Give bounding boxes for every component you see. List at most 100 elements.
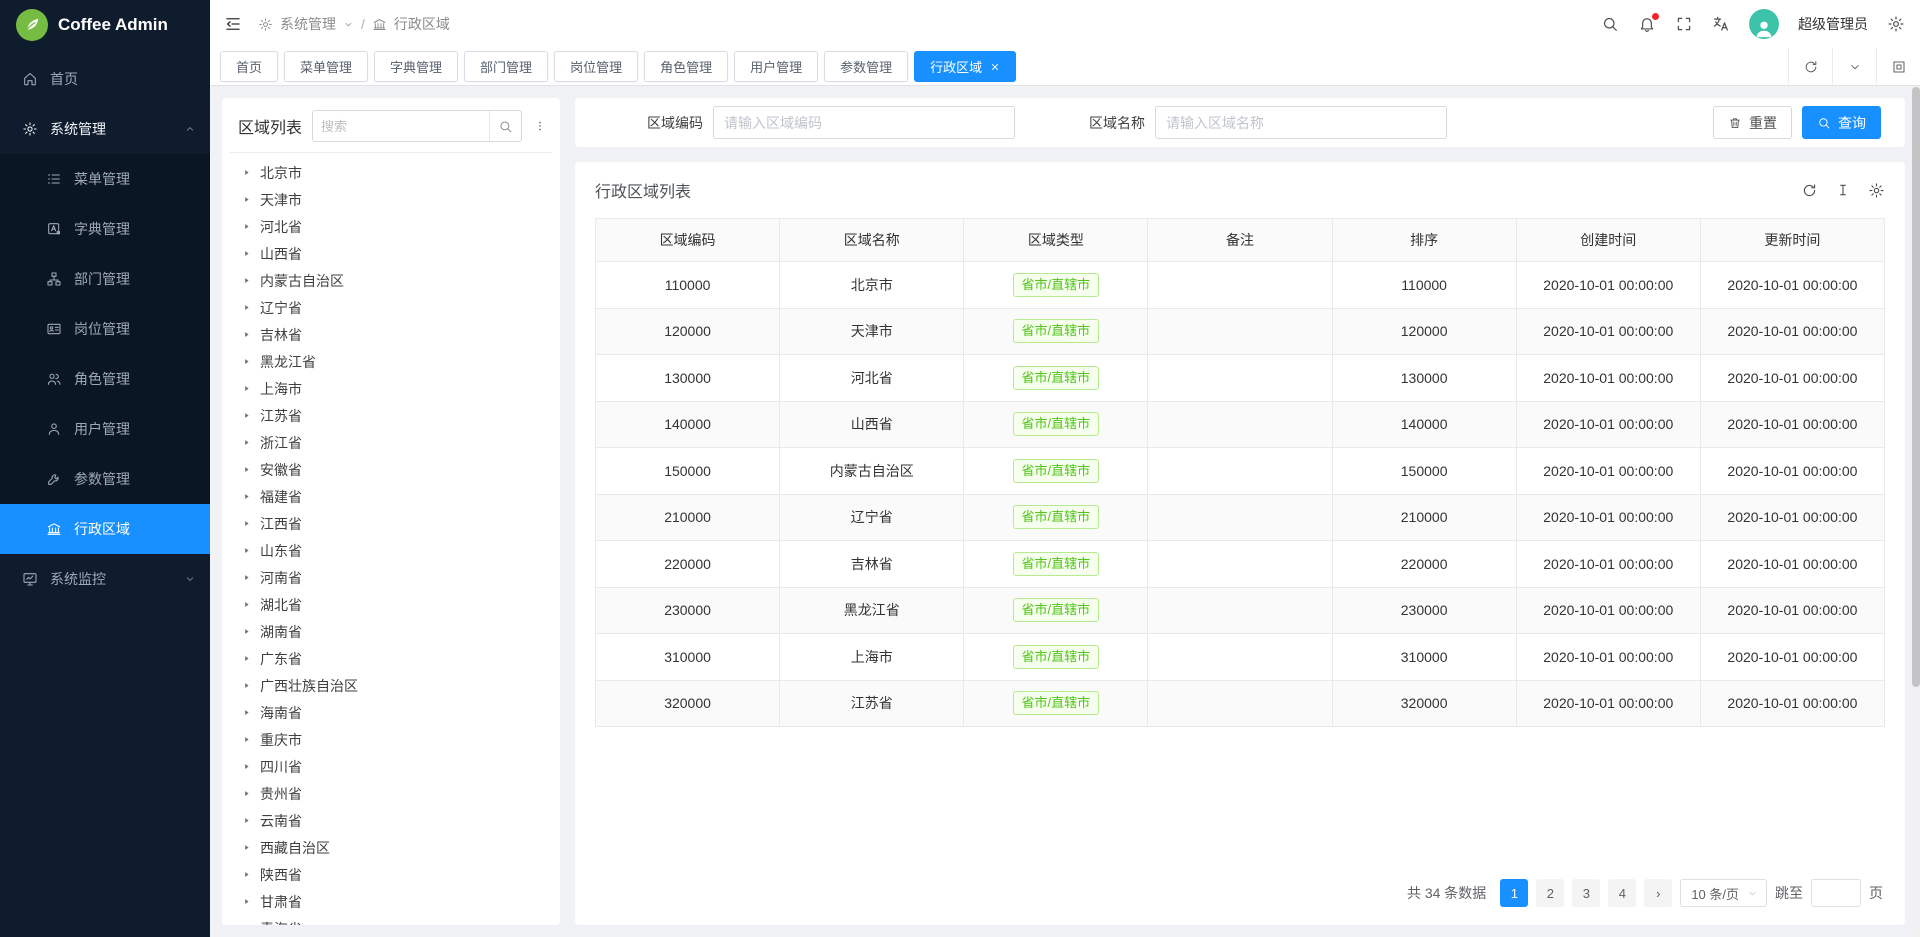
table-row[interactable]: 320000 江苏省 省市/直辖市 320000 2020-10-01 00:0… — [596, 680, 1885, 727]
tree-item[interactable]: 贵州省 — [230, 780, 552, 807]
caret-right-icon[interactable] — [242, 357, 251, 366]
refresh-icon[interactable] — [1801, 182, 1818, 199]
region-name-input[interactable] — [1155, 106, 1447, 139]
username[interactable]: 超级管理员 — [1798, 14, 1868, 34]
page-size-select[interactable]: 10 条/页 — [1680, 879, 1767, 907]
caret-right-icon[interactable] — [242, 600, 251, 609]
tree-item[interactable]: 河北省 — [230, 213, 552, 240]
sidebar-item-param-mgmt[interactable]: 参数管理 — [0, 454, 210, 504]
sidebar-group-system[interactable]: 系统管理 — [0, 104, 210, 154]
caret-right-icon[interactable] — [242, 897, 251, 906]
caret-right-icon[interactable] — [242, 627, 251, 636]
table-row[interactable]: 150000 内蒙古自治区 省市/直辖市 150000 2020-10-01 0… — [596, 448, 1885, 495]
caret-right-icon[interactable] — [242, 573, 251, 582]
tree-item[interactable]: 福建省 — [230, 483, 552, 510]
sidebar-item-role-mgmt[interactable]: 角色管理 — [0, 354, 210, 404]
sidebar-item-post-mgmt[interactable]: 岗位管理 — [0, 304, 210, 354]
tree-item[interactable]: 重庆市 — [230, 726, 552, 753]
tab[interactable]: 字典管理 — [374, 51, 458, 82]
tree-item[interactable]: 黑龙江省 — [230, 348, 552, 375]
tree-item[interactable]: 安徽省 — [230, 456, 552, 483]
region-code-input[interactable] — [713, 106, 1015, 139]
close-icon[interactable] — [990, 62, 1000, 72]
tab[interactable]: 部门管理 — [464, 51, 548, 82]
kebab-menu-icon[interactable] — [532, 118, 548, 134]
caret-right-icon[interactable] — [242, 276, 251, 285]
caret-right-icon[interactable] — [242, 249, 251, 258]
tree-item[interactable]: 青海省 — [230, 915, 552, 925]
table-row[interactable]: 310000 上海市 省市/直辖市 310000 2020-10-01 00:0… — [596, 634, 1885, 681]
tree-item[interactable]: 广西壮族自治区 — [230, 672, 552, 699]
caret-right-icon[interactable] — [242, 789, 251, 798]
caret-right-icon[interactable] — [242, 411, 251, 420]
tree-item[interactable]: 云南省 — [230, 807, 552, 834]
tree-item[interactable]: 内蒙古自治区 — [230, 267, 552, 294]
caret-right-icon[interactable] — [242, 465, 251, 474]
table-row[interactable]: 210000 辽宁省 省市/直辖市 210000 2020-10-01 00:0… — [596, 494, 1885, 541]
sidebar-group-monitor[interactable]: 系统监控 — [0, 554, 210, 604]
settings-gear-icon[interactable] — [1887, 15, 1905, 33]
sidebar-item-dict-mgmt[interactable]: 字典管理 — [0, 204, 210, 254]
scrollbar-thumb[interactable] — [1912, 87, 1920, 687]
column-settings-icon[interactable] — [1868, 182, 1885, 199]
tree-item[interactable]: 甘肃省 — [230, 888, 552, 915]
tree-item[interactable]: 河南省 — [230, 564, 552, 591]
content-fullscreen-button[interactable] — [1876, 48, 1920, 85]
table-row[interactable]: 130000 河北省 省市/直辖市 130000 2020-10-01 00:0… — [596, 355, 1885, 402]
window-scrollbar[interactable] — [1912, 87, 1920, 937]
tree-item[interactable]: 湖北省 — [230, 591, 552, 618]
tree-item[interactable]: 湖南省 — [230, 618, 552, 645]
tab[interactable]: 菜单管理 — [284, 51, 368, 82]
tab[interactable]: 首页 — [220, 51, 278, 82]
sidebar-item-home[interactable]: 首页 — [0, 54, 210, 104]
table-row[interactable]: 230000 黑龙江省 省市/直辖市 230000 2020-10-01 00:… — [596, 587, 1885, 634]
tree-item[interactable]: 浙江省 — [230, 429, 552, 456]
tree-item[interactable]: 西藏自治区 — [230, 834, 552, 861]
page-button-1[interactable]: 1 — [1500, 879, 1528, 907]
page-button-2[interactable]: 2 — [1536, 879, 1564, 907]
caret-right-icon[interactable] — [242, 519, 251, 528]
caret-right-icon[interactable] — [242, 222, 251, 231]
caret-right-icon[interactable] — [242, 168, 251, 177]
tab[interactable]: 参数管理 — [824, 51, 908, 82]
sidebar-item-dept-mgmt[interactable]: 部门管理 — [0, 254, 210, 304]
tab[interactable]: 用户管理 — [734, 51, 818, 82]
tree-item[interactable]: 四川省 — [230, 753, 552, 780]
tree-item[interactable]: 江苏省 — [230, 402, 552, 429]
search-icon[interactable] — [1601, 15, 1619, 33]
caret-right-icon[interactable] — [242, 546, 251, 555]
caret-right-icon[interactable] — [242, 654, 251, 663]
sidebar-item-user-mgmt[interactable]: 用户管理 — [0, 404, 210, 454]
next-page-button[interactable]: › — [1644, 879, 1672, 907]
notification-bell[interactable] — [1638, 15, 1656, 33]
caret-right-icon[interactable] — [242, 735, 251, 744]
tree-item[interactable]: 山西省 — [230, 240, 552, 267]
tree-item[interactable]: 吉林省 — [230, 321, 552, 348]
reset-button[interactable]: 重置 — [1713, 106, 1792, 139]
tab[interactable]: 角色管理 — [644, 51, 728, 82]
tab-refresh-button[interactable] — [1788, 48, 1832, 85]
tree-item[interactable]: 山东省 — [230, 537, 552, 564]
table-row[interactable]: 220000 吉林省 省市/直辖市 220000 2020-10-01 00:0… — [596, 541, 1885, 588]
caret-right-icon[interactable] — [242, 816, 251, 825]
tree-search-input[interactable] — [313, 119, 489, 134]
tree-item[interactable]: 天津市 — [230, 186, 552, 213]
caret-right-icon[interactable] — [242, 384, 251, 393]
caret-right-icon[interactable] — [242, 708, 251, 717]
sidebar-item-menu-mgmt[interactable]: 菜单管理 — [0, 154, 210, 204]
tree-item[interactable]: 江西省 — [230, 510, 552, 537]
table-row[interactable]: 140000 山西省 省市/直辖市 140000 2020-10-01 00:0… — [596, 401, 1885, 448]
jump-page-input[interactable] — [1811, 879, 1861, 907]
menu-fold-icon[interactable] — [224, 15, 242, 33]
sidebar-item-region[interactable]: 行政区域 — [0, 504, 210, 554]
tree-search-button[interactable] — [489, 111, 521, 141]
caret-right-icon[interactable] — [242, 492, 251, 501]
caret-right-icon[interactable] — [242, 330, 251, 339]
tree-item[interactable]: 北京市 — [230, 159, 552, 186]
tree-item[interactable]: 海南省 — [230, 699, 552, 726]
search-button[interactable]: 查询 — [1802, 106, 1881, 139]
caret-right-icon[interactable] — [242, 843, 251, 852]
caret-right-icon[interactable] — [242, 762, 251, 771]
translate-icon[interactable] — [1712, 15, 1730, 33]
tree-item[interactable]: 上海市 — [230, 375, 552, 402]
